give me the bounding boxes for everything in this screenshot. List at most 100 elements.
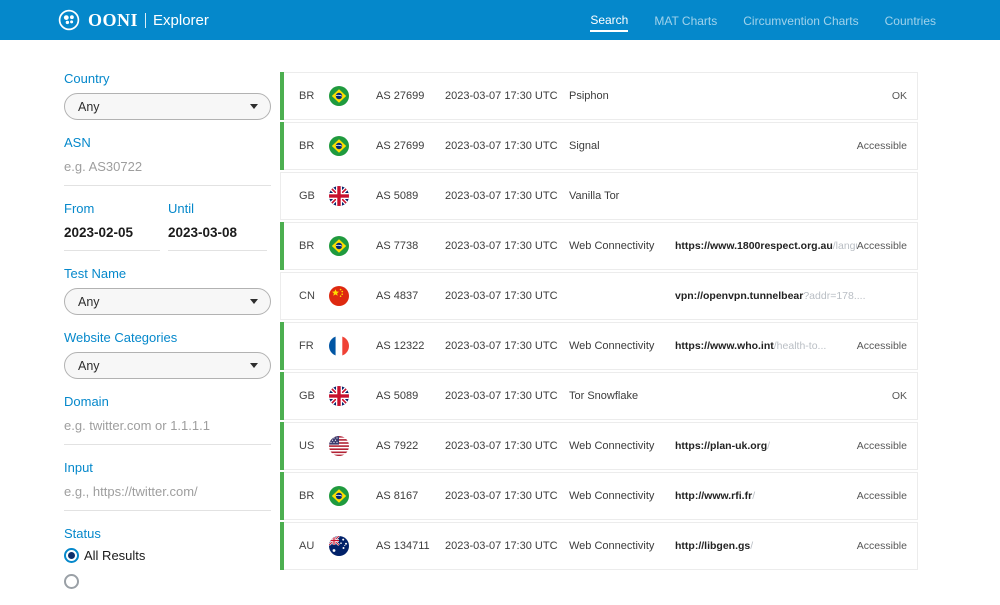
measurement-input: vpn://openvpn.tunnelbear?addr=178.... [675,290,907,302]
au-flag-icon [329,536,349,556]
fr-flag-icon [329,336,349,356]
until-date-input[interactable] [168,223,267,251]
brand[interactable]: OONI Explorer [58,9,209,31]
measurement-row[interactable]: GB AS 5089 2023-03-07 17:30 UTC Tor Snow… [280,372,918,420]
test-name: Web Connectivity [569,540,675,552]
country-code: BR [299,90,329,102]
input-label: Input [64,461,271,475]
status-label: OK [892,390,907,402]
measurement-date: 2023-03-07 17:30 UTC [445,490,569,502]
website-categories-filter-group: Website Categories Any [64,331,271,379]
input-filter-group: Input [64,461,271,511]
measurement-date: 2023-03-07 17:30 UTC [445,190,569,202]
asn-value: AS 27699 [376,140,445,152]
measurement-input: https://www.who.int/health-to... [675,340,857,352]
domain-input[interactable] [64,416,271,445]
measurement-row[interactable]: GB AS 5089 2023-03-07 17:30 UTC Vanilla … [280,172,918,220]
us-flag-icon [329,436,349,456]
website-categories-select-value: Any [78,359,100,373]
until-label: Until [168,202,267,216]
nav-item-circumvention-charts[interactable]: Circumvention Charts [743,10,858,31]
main-nav: Search MAT Charts Circumvention Charts C… [590,9,936,32]
asn-value: AS 12322 [376,340,445,352]
br-flag-icon [329,136,349,156]
filter-sidebar: Country Any ASN From Until Test Name Any… [64,72,271,605]
measurement-row[interactable]: BR AS 7738 2023-03-07 17:30 UTC Web Conn… [280,222,918,270]
measurement-date: 2023-03-07 17:30 UTC [445,540,569,552]
website-categories-select[interactable]: Any [64,352,271,379]
brand-ooni: OONI [88,11,138,29]
status-label: Accessible [857,140,907,152]
nav-item-mat-charts[interactable]: MAT Charts [654,10,717,31]
measurement-input: http://libgen.gs/ [675,540,857,552]
chevron-down-icon [250,104,258,109]
status-filter-group: Status All Results [64,527,271,589]
measurement-row[interactable]: US AS 7922 2023-03-07 17:30 UTC Web Conn… [280,422,918,470]
measurement-date: 2023-03-07 17:30 UTC [445,240,569,252]
country-code: GB [299,390,329,402]
measurement-date: 2023-03-07 17:30 UTC [445,290,569,302]
country-code: CN [299,290,329,302]
status-label: OK [892,90,907,102]
from-label: From [64,202,160,216]
website-categories-label: Website Categories [64,331,271,345]
country-code: FR [299,340,329,352]
asn-value: AS 27699 [376,90,445,102]
input-input[interactable] [64,482,271,511]
test-name-select-value: Any [78,295,100,309]
asn-value: AS 8167 [376,490,445,502]
country-code: BR [299,490,329,502]
country-code: AU [299,540,329,552]
test-name-select[interactable]: Any [64,288,271,315]
country-select[interactable]: Any [64,93,271,120]
asn-label: ASN [64,136,271,150]
measurement-date: 2023-03-07 17:30 UTC [445,340,569,352]
measurement-row[interactable]: BR AS 8167 2023-03-07 17:30 UTC Web Conn… [280,472,918,520]
country-code: GB [299,190,329,202]
asn-value: AS 4837 [376,290,445,302]
chevron-down-icon [250,299,258,304]
measurement-date: 2023-03-07 17:30 UTC [445,390,569,402]
test-name: Psiphon [569,90,675,102]
country-code: US [299,440,329,452]
results-list: BR AS 27699 2023-03-07 17:30 UTC Psiphon… [280,72,918,572]
test-name: Web Connectivity [569,490,675,502]
country-code: BR [299,140,329,152]
domain-label: Domain [64,395,271,409]
measurement-row[interactable]: BR AS 27699 2023-03-07 17:30 UTC Psiphon… [280,72,918,120]
test-name-label: Test Name [64,267,271,281]
asn-value: AS 7738 [376,240,445,252]
measurement-row[interactable]: CN AS 4837 2023-03-07 17:30 UTC vpn://op… [280,272,918,320]
app-header: OONI Explorer Search MAT Charts Circumve… [0,0,1000,40]
measurement-input: https://plan-uk.org/ [675,440,857,452]
gb-flag-icon [329,386,349,406]
asn-value: AS 134711 [376,540,445,552]
asn-value: AS 5089 [376,190,445,202]
br-flag-icon [329,486,349,506]
country-label: Country [64,72,271,86]
measurement-row[interactable]: AU AS 134711 2023-03-07 17:30 UTC Web Co… [280,522,918,570]
status-label: Accessible [857,440,907,452]
status-label: Status [64,527,271,541]
test-name: Web Connectivity [569,240,675,252]
br-flag-icon [329,86,349,106]
test-name: Web Connectivity [569,340,675,352]
radio-unchecked-icon[interactable] [64,574,79,589]
measurement-date: 2023-03-07 17:30 UTC [445,440,569,452]
chevron-down-icon [250,363,258,368]
from-date-input[interactable] [64,223,160,251]
nav-item-search[interactable]: Search [590,9,628,32]
measurement-input: https://www.1800respect.org.au/languages… [675,240,857,252]
ooni-logo-icon [58,9,80,31]
nav-item-countries[interactable]: Countries [885,10,936,31]
measurement-date: 2023-03-07 17:30 UTC [445,140,569,152]
brand-divider [145,13,146,28]
measurement-row[interactable]: FR AS 12322 2023-03-07 17:30 UTC Web Con… [280,322,918,370]
measurement-date: 2023-03-07 17:30 UTC [445,90,569,102]
test-name: Web Connectivity [569,440,675,452]
measurement-row[interactable]: BR AS 27699 2023-03-07 17:30 UTC Signal … [280,122,918,170]
asn-filter-group: ASN [64,136,271,186]
country-filter-group: Country Any [64,72,271,120]
test-name: Signal [569,140,675,152]
asn-input[interactable] [64,157,271,186]
